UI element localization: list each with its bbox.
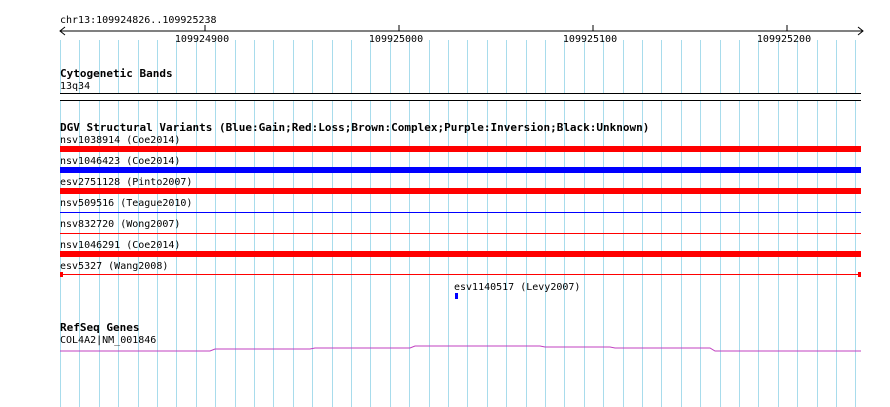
ruler-tick-label: 109925100 xyxy=(562,34,618,45)
refseq-track-title[interactable]: RefSeq Genes xyxy=(60,322,139,334)
variant-label[interactable]: esv1140517 (Levy2007) xyxy=(454,282,580,294)
ruler-tick-label: 109924900 xyxy=(174,34,230,45)
gene-model-line[interactable] xyxy=(60,343,862,355)
variant-line-loss[interactable] xyxy=(60,233,861,234)
variant-label[interactable]: nsv832720 (Wong2007) xyxy=(60,219,180,231)
variant-bar-loss[interactable] xyxy=(60,188,861,194)
variant-bar-loss[interactable] xyxy=(60,146,861,152)
cytoband-label: 13q34 xyxy=(60,81,91,92)
variant-end-cap xyxy=(858,272,861,277)
variant-bar-loss[interactable] xyxy=(60,251,861,257)
cytoband-track-title[interactable]: Cytogenetic Bands xyxy=(60,68,173,80)
dgv-track-title[interactable]: DGV Structural Variants (Blue:Gain;Red:L… xyxy=(60,122,649,134)
ruler-tick-label: 109925000 xyxy=(368,34,424,45)
variant-end-cap xyxy=(60,272,63,277)
variant-label[interactable]: nsv509516 (Teague2010) xyxy=(60,198,192,210)
variant-line-loss[interactable] xyxy=(60,274,861,275)
ruler-tick-label: 109925200 xyxy=(756,34,812,45)
variant-bar-gain[interactable] xyxy=(455,293,458,299)
cytoband-band[interactable] xyxy=(60,93,861,101)
variant-bar-gain[interactable] xyxy=(60,167,861,173)
variant-line-gain[interactable] xyxy=(60,212,861,213)
variant-label[interactable]: esv5327 (Wang2008) xyxy=(60,261,168,273)
